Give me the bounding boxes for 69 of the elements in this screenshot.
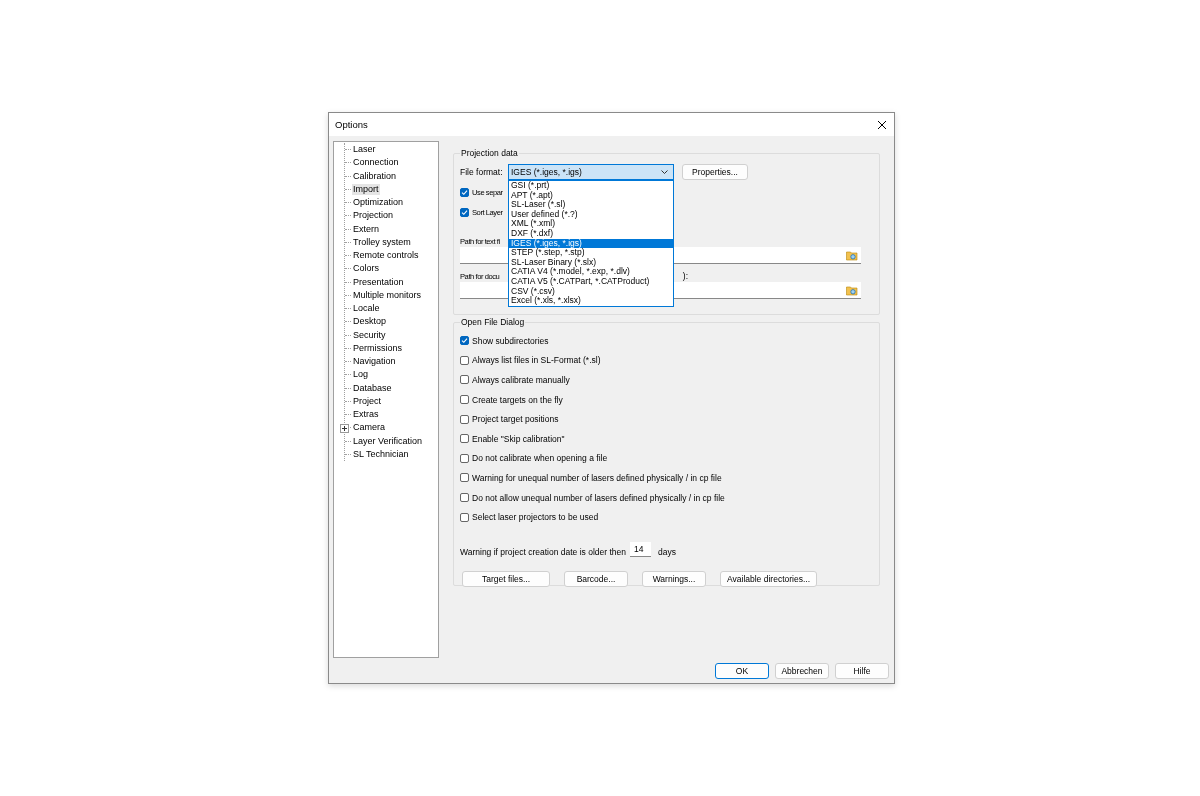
action-button[interactable]: Target files... <box>462 570 550 587</box>
group-title: Projection data <box>460 148 519 158</box>
checkbox-label: Select laser projectors to be used <box>472 512 599 523</box>
checkbox-label: Project target positions <box>472 414 559 425</box>
checkbox[interactable] <box>460 512 469 522</box>
tree-item[interactable]: Extras <box>352 409 380 421</box>
checkbox-label: Do not calibrate when opening a file <box>472 453 608 464</box>
tree-item[interactable]: Connection <box>352 157 400 169</box>
tree-item[interactable]: Extern <box>352 223 380 235</box>
tree-item[interactable]: Calibration <box>352 170 398 182</box>
checkbox-label: Always list files in SL-Format (*.sl) <box>472 355 601 366</box>
action-button[interactable]: Available directories... <box>720 570 817 587</box>
checkbox[interactable] <box>460 434 469 444</box>
checkbox[interactable] <box>460 375 469 385</box>
tree-item[interactable]: Navigation <box>352 356 397 368</box>
tree-item[interactable]: Security <box>352 329 387 341</box>
tree-item[interactable]: Database <box>352 382 393 394</box>
tree-item[interactable]: Locale <box>352 303 381 315</box>
tree-item[interactable]: Import <box>352 183 380 195</box>
checkbox[interactable] <box>460 395 469 405</box>
tree-item[interactable]: Projection <box>352 210 395 222</box>
dialog-button[interactable]: Abbrechen <box>775 663 829 679</box>
checkbox-label: Create targets on the fly <box>472 394 563 405</box>
checkbox[interactable] <box>460 355 469 365</box>
tree-item[interactable]: Trolley system <box>352 236 412 248</box>
tree-item[interactable]: Camera <box>352 422 386 434</box>
expand-icon[interactable] <box>340 424 349 434</box>
checkbox[interactable] <box>460 493 469 503</box>
dialog-button[interactable]: OK <box>715 663 769 679</box>
tree-item[interactable]: SL Technician <box>352 448 410 460</box>
days-label: days <box>658 546 676 557</box>
field-label: File format: <box>460 167 504 177</box>
dialog-button[interactable]: Hilfe <box>835 663 889 679</box>
field-label: ): <box>682 271 688 281</box>
checkbox-label: Do not allow unequal number of lasers defined physically / in cp file <box>472 492 725 503</box>
tree-item[interactable]: Remote controls <box>352 250 420 262</box>
action-button[interactable]: Warnings... <box>642 570 706 587</box>
checkbox[interactable] <box>460 336 469 346</box>
tree-item[interactable]: Presentation <box>352 276 405 288</box>
close-button[interactable] <box>876 118 888 131</box>
folder-search-icon[interactable] <box>846 249 858 261</box>
warning-label: Warning if project creation date is older then <box>460 546 626 557</box>
checkbox-label: Warning for unequal number of lasers defined physically / in cp file <box>472 472 722 483</box>
days-field[interactable]: 14 <box>630 541 651 557</box>
action-button[interactable]: Barcode... <box>564 570 628 587</box>
dropdown-option[interactable]: IGES (*.iges, *.igs) <box>509 238 673 249</box>
tree-item[interactable]: Log <box>352 369 370 381</box>
tree-item[interactable]: Permissions <box>352 342 403 354</box>
tree-item[interactable]: Optimization <box>352 197 405 209</box>
window-title: Options <box>335 119 368 130</box>
properties-button[interactable]: Properties... <box>682 164 748 180</box>
tree-item[interactable]: Colors <box>352 263 380 275</box>
tree-item[interactable]: Project <box>352 395 382 407</box>
tree-item[interactable]: Layer Verification <box>352 435 424 447</box>
tree-item[interactable]: Multiple monitors <box>352 289 423 301</box>
folder-search-icon[interactable] <box>846 284 858 296</box>
checkbox-label: Enable "Skip calibration" <box>472 433 565 444</box>
checkbox-label: Always calibrate manually <box>472 375 570 385</box>
checkbox[interactable] <box>460 473 469 483</box>
file-format-dropdown[interactable]: IGES (*.iges, *.igs) <box>508 164 674 180</box>
tree-item[interactable]: Laser <box>352 144 377 156</box>
checkbox[interactable] <box>460 453 469 463</box>
checkbox[interactable] <box>460 414 469 424</box>
checkbox[interactable] <box>460 207 469 217</box>
chevron-icon <box>661 170 668 174</box>
checkbox-label: Show subdirectories <box>472 335 549 346</box>
group-title: Open File Dialog <box>460 317 526 327</box>
checkbox[interactable] <box>460 187 469 197</box>
tree-item[interactable]: Desktop <box>352 316 388 328</box>
